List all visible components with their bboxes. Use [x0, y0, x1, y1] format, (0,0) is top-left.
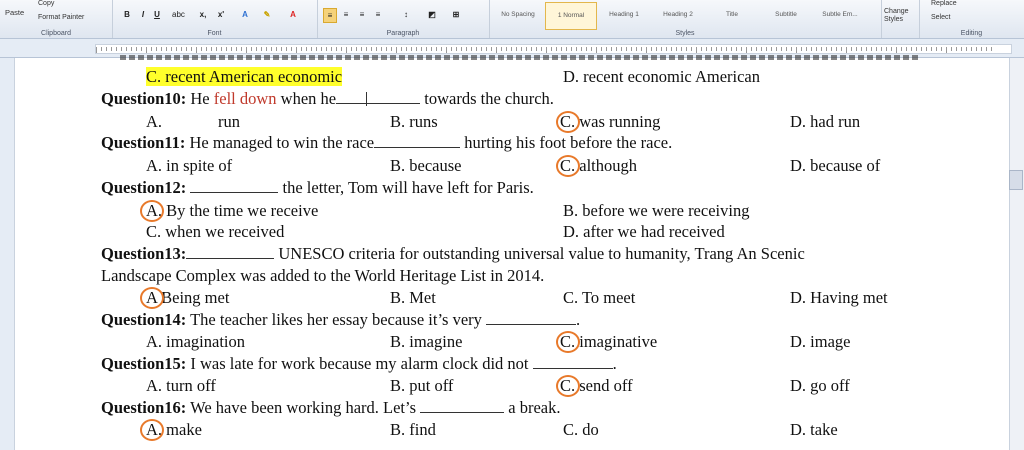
q13-option-c: C. To meet — [563, 288, 636, 307]
answer-circle-q16 — [140, 419, 164, 441]
q14-option-d: D. image — [790, 332, 851, 351]
question-13-continued: Landscape Complex was added to the World… — [101, 266, 545, 285]
question-15: Question15: I was late for work because … — [101, 354, 617, 373]
q15-option-a: A. turn off — [146, 376, 216, 395]
question-11: Question11: He managed to win the race h… — [101, 133, 673, 152]
question-12: Question12: the letter, Tom will have le… — [101, 178, 534, 197]
q10-option-d: D. had run — [790, 112, 861, 131]
question-14: Question14: The teacher likes her essay … — [101, 310, 581, 329]
q11-option-a: A. in spite of — [146, 156, 233, 175]
document-page[interactable]: C. recent American economic D. recent ec… — [0, 0, 1024, 450]
question-10: Question10: He fell down when he towards… — [101, 89, 554, 108]
answer-circle-q14 — [556, 331, 580, 353]
q13-option-b: B. Met — [390, 288, 436, 307]
q16-option-b: B. find — [390, 420, 436, 439]
answer-circle-q10 — [556, 111, 580, 133]
q12-option-c: C. when we received — [146, 222, 285, 241]
q11-option-d: D. because of — [790, 156, 881, 175]
q10-option-b: B. runs — [390, 112, 438, 131]
q16-option-c: C. do — [563, 420, 599, 439]
answer-circle-q13 — [140, 287, 164, 309]
answer-circle-q11 — [556, 155, 580, 177]
question-13: Question13: UNESCO criteria for outstand… — [101, 244, 805, 263]
q14-option-b: B. imagine — [390, 332, 463, 351]
q13-option-d: D. Having met — [790, 288, 888, 307]
question-16: Question16: We have been working hard. L… — [101, 398, 561, 417]
q10-option-a: run — [218, 112, 240, 131]
option-d-prev: D. recent economic American — [563, 67, 760, 86]
q10-option-a-label: A. — [146, 112, 163, 131]
option-c-prev: C. recent American economic — [146, 67, 343, 86]
q15-option-b: B. put off — [390, 376, 454, 395]
answer-circle-q12 — [140, 200, 164, 222]
q12-option-b: B. before we were receiving — [563, 201, 750, 220]
q12-option-d: D. after we had received — [563, 222, 725, 241]
q14-option-a: A. imagination — [146, 332, 245, 351]
q12-option-a: A. By the time we receive — [146, 201, 319, 220]
q15-option-d: D. go off — [790, 376, 850, 395]
q11-option-b: B. because — [390, 156, 462, 175]
answer-circle-q15 — [556, 375, 580, 397]
q16-option-d: D. take — [790, 420, 838, 439]
text-cursor — [366, 92, 368, 106]
